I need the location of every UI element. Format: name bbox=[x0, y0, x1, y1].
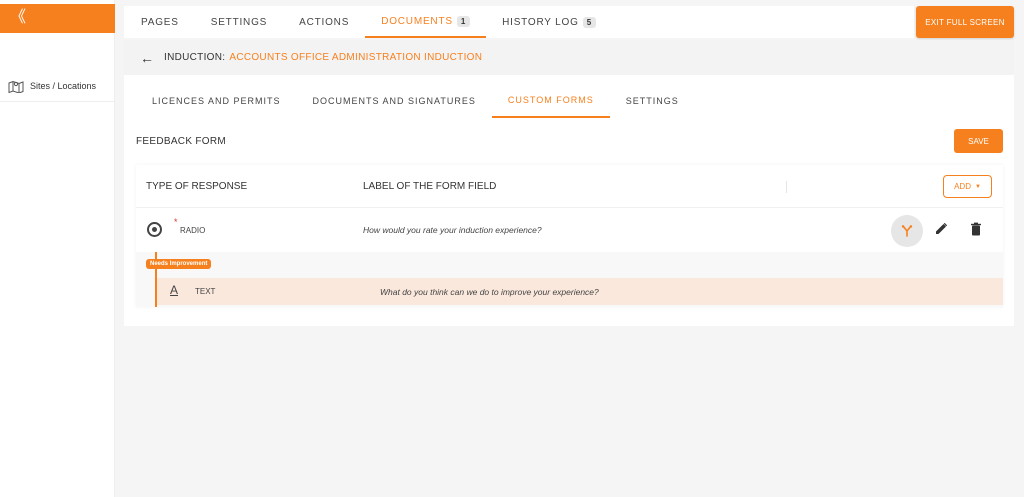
subtab-settings[interactable]: SETTINGS bbox=[610, 84, 695, 118]
field-type: RADIO bbox=[180, 226, 206, 235]
top-navigation: PAGES SETTINGS ACTIONS DOCUMENTS 1 HISTO… bbox=[124, 6, 914, 38]
tab-history-log[interactable]: HISTORY LOG 5 bbox=[486, 6, 612, 38]
subtab-custom-forms[interactable]: CUSTOM FORMS bbox=[491, 84, 610, 118]
history-count-badge: 5 bbox=[582, 16, 596, 28]
delete-button[interactable] bbox=[970, 222, 982, 238]
exit-full-screen-button[interactable]: EXIT FULL SCREEN bbox=[916, 6, 1014, 38]
column-header-type: TYPE OF RESPONSE bbox=[146, 180, 248, 192]
tab-documents[interactable]: DOCUMENTS 1 bbox=[365, 6, 487, 38]
pencil-icon bbox=[936, 222, 948, 234]
collapse-sidebar-button[interactable]: 《 bbox=[0, 4, 115, 33]
condition-badge: Needs Improvement bbox=[146, 259, 212, 269]
sidebar-item-label: Sites / Locations bbox=[30, 80, 97, 91]
field-type: TEXT bbox=[195, 287, 216, 296]
sub-tabs: LICENCES AND PERMITS DOCUMENTS AND SIGNA… bbox=[136, 84, 695, 118]
subtab-documents-signatures[interactable]: DOCUMENTS AND SIGNATURES bbox=[297, 84, 492, 118]
tab-settings[interactable]: SETTINGS bbox=[195, 6, 283, 38]
subtab-licences-permits[interactable]: LICENCES AND PERMITS bbox=[136, 84, 297, 118]
trash-icon bbox=[971, 222, 981, 236]
breadcrumb: ← INDUCTION: ACCOUNTS OFFICE ADMINISTRAT… bbox=[124, 40, 1014, 75]
sidebar: 《 Sites / Locations bbox=[0, 0, 115, 497]
table-row[interactable]: A TEXT What do you think can we do to im… bbox=[157, 278, 1003, 305]
branch-icon bbox=[901, 225, 913, 237]
main-card: ← INDUCTION: ACCOUNTS OFFICE ADMINISTRAT… bbox=[124, 40, 1014, 326]
text-type-icon: A bbox=[170, 283, 179, 297]
table-row[interactable]: * RADIO How would you rate your inductio… bbox=[136, 208, 1003, 252]
save-button[interactable]: SAVE bbox=[954, 129, 1003, 153]
edit-button[interactable] bbox=[934, 222, 948, 238]
field-label: What do you think can we do to improve y… bbox=[380, 287, 599, 297]
form-title: FEEDBACK FORM bbox=[136, 136, 227, 147]
table-header: TYPE OF RESPONSE LABEL OF THE FORM FIELD… bbox=[136, 165, 1003, 208]
radio-type-icon bbox=[147, 222, 162, 237]
column-divider bbox=[786, 181, 787, 193]
conditional-branch-button[interactable] bbox=[891, 215, 923, 247]
documents-count-badge: 1 bbox=[456, 15, 471, 27]
induction-label: INDUCTION: bbox=[164, 52, 226, 63]
column-header-label: LABEL OF THE FORM FIELD bbox=[363, 180, 497, 192]
tab-actions[interactable]: ACTIONS bbox=[283, 6, 365, 38]
map-icon bbox=[8, 80, 24, 93]
conditional-sub-fields: Needs Improvement A TEXT What do you thi… bbox=[136, 252, 1003, 307]
sidebar-item-sites-locations[interactable]: Sites / Locations bbox=[0, 70, 115, 102]
chevron-down-icon: ▼ bbox=[974, 183, 981, 190]
tab-pages[interactable]: PAGES bbox=[124, 6, 195, 38]
induction-name: ACCOUNTS OFFICE ADMINISTRATION INDUCTION bbox=[229, 52, 483, 63]
required-marker: * bbox=[174, 217, 178, 227]
back-arrow-icon[interactable]: ← bbox=[140, 50, 154, 66]
add-field-button[interactable]: ADD ▼ bbox=[943, 175, 992, 198]
form-fields-table: TYPE OF RESPONSE LABEL OF THE FORM FIELD… bbox=[136, 165, 1003, 307]
field-label: How would you rate your induction experi… bbox=[363, 225, 542, 235]
